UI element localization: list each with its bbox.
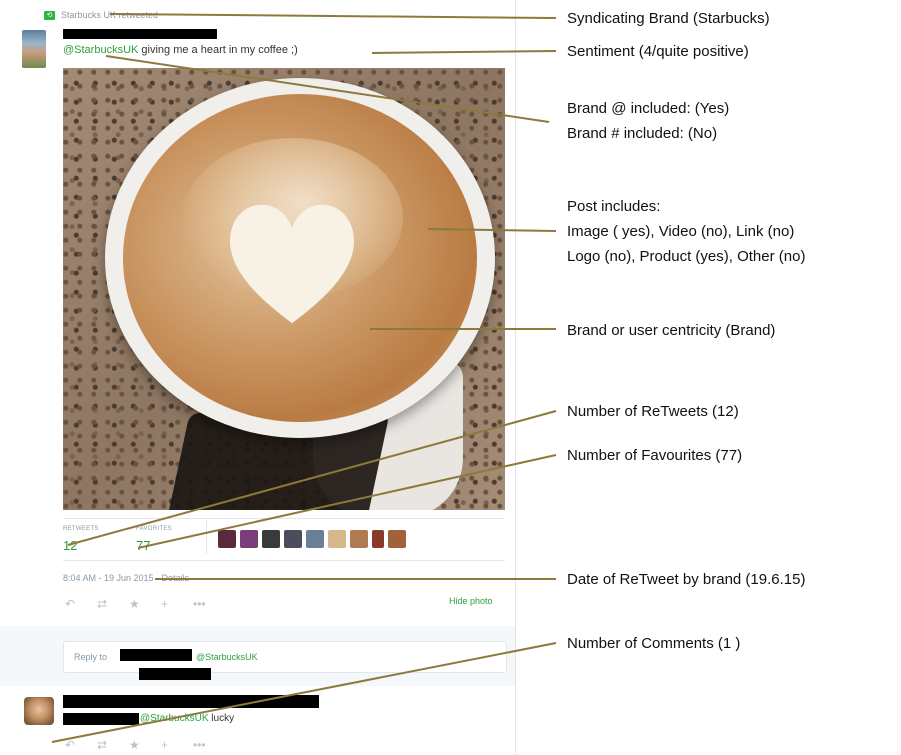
annotation-post-includes: Post includes: — [567, 198, 661, 215]
favoriter-avatars — [218, 530, 406, 548]
favorites-stat[interactable]: FAVORITES 77 — [136, 526, 172, 553]
tweet-photo[interactable] — [63, 68, 505, 510]
tweet-date-details[interactable]: 8:04 AM - 19 Jun 2015 · Details — [63, 573, 189, 583]
retweets-count: 12 — [63, 538, 78, 553]
redacted-commenter-handle — [63, 713, 139, 725]
annotation-comments: Number of Comments (1 ) — [567, 635, 741, 652]
redacted-author-name — [63, 29, 217, 39]
favoriter-avatar[interactable] — [218, 530, 236, 548]
tweet-body-text: giving me a heart in my coffee ;) — [138, 44, 298, 56]
latte-heart — [229, 204, 355, 324]
comment-mention[interactable]: @StarbucksUK — [140, 713, 209, 724]
commenter-avatar[interactable] — [24, 697, 54, 725]
favoriter-avatar[interactable] — [328, 530, 346, 548]
retweets-label: RETWEETS — [63, 526, 99, 532]
tweet-panel: ⟲ Starbucks UK retweeted @StarbucksUK gi… — [0, 0, 516, 755]
retweet-icon: ⟲ — [44, 10, 55, 20]
favoriter-avatar[interactable] — [306, 530, 324, 548]
more-icon[interactable]: ••• — [193, 597, 225, 611]
favoriter-avatar[interactable] — [388, 530, 406, 548]
favorites-label: FAVORITES — [136, 526, 172, 532]
stats-divider — [63, 518, 505, 519]
annotation-brand-hash: Brand # included: (No) — [567, 125, 718, 142]
retweet-icon[interactable]: ⇄ — [97, 597, 129, 611]
annotation-favourites: Number of Favourites (77) — [567, 447, 743, 464]
redacted-reply-user — [120, 649, 192, 661]
stats-divider-bottom — [63, 560, 505, 561]
annotation-sentiment: Sentiment (4/quite positive) — [567, 43, 749, 60]
favoriter-avatar[interactable] — [284, 530, 302, 548]
star-icon[interactable]: ★ — [129, 597, 161, 611]
comment-body: lucky — [208, 713, 235, 724]
annotation-syndicating-brand: Syndicating Brand (Starbucks) — [567, 10, 770, 27]
favoriter-avatar[interactable] — [240, 530, 258, 548]
comment-text: @StarbucksUK lucky — [140, 713, 234, 724]
annotation-centricity: Brand or user centricity (Brand) — [567, 322, 776, 339]
tweet-mention-link[interactable]: @StarbucksUK — [63, 44, 138, 56]
reply-mention: @StarbucksUK — [196, 652, 258, 662]
reply-icon[interactable]: ↶ — [65, 597, 97, 611]
author-avatar[interactable] — [22, 30, 46, 68]
favorites-count: 77 — [136, 538, 151, 553]
annotation-date: Date of ReTweet by brand (19.6.15) — [567, 571, 806, 588]
favoriter-avatar[interactable] — [262, 530, 280, 548]
stats-vertical-divider — [206, 520, 207, 554]
retweets-stat[interactable]: RETWEETS 12 — [63, 526, 99, 553]
add-user-icon[interactable]: + — [161, 597, 193, 611]
reply-prefix: Reply to — [74, 652, 108, 662]
favoriter-avatar[interactable] — [350, 530, 368, 548]
tweet-actions: ↶ ⇄ ★ + ••• — [65, 597, 225, 611]
favoriter-avatar[interactable] — [372, 530, 384, 548]
annotation-media: Image ( yes), Video (no), Link (no) — [567, 223, 795, 240]
star-icon[interactable]: ★ — [129, 738, 161, 752]
add-user-icon[interactable]: + — [161, 738, 193, 752]
retweet-icon[interactable]: ⇄ — [97, 738, 129, 752]
annotation-brand-at: Brand @ included: (Yes) — [567, 100, 730, 117]
retweet-context: ⟲ Starbucks UK retweeted — [44, 9, 158, 21]
comment-actions: ↶ ⇄ ★ + ••• — [65, 738, 225, 752]
annotation-retweets: Number of ReTweets (12) — [567, 403, 739, 420]
redacted-commenter-name — [63, 695, 319, 708]
reply-icon[interactable]: ↶ — [65, 738, 97, 752]
hide-photo-link[interactable]: Hide photo — [449, 596, 493, 606]
more-icon[interactable]: ••• — [193, 738, 225, 752]
tweet-text: @StarbucksUK giving me a heart in my cof… — [63, 44, 298, 56]
redacted-reply-line — [139, 668, 211, 680]
retweeted-by-label[interactable]: Starbucks UK retweeted — [61, 10, 158, 20]
annotation-logo-product: Logo (no), Product (yes), Other (no) — [567, 248, 806, 265]
